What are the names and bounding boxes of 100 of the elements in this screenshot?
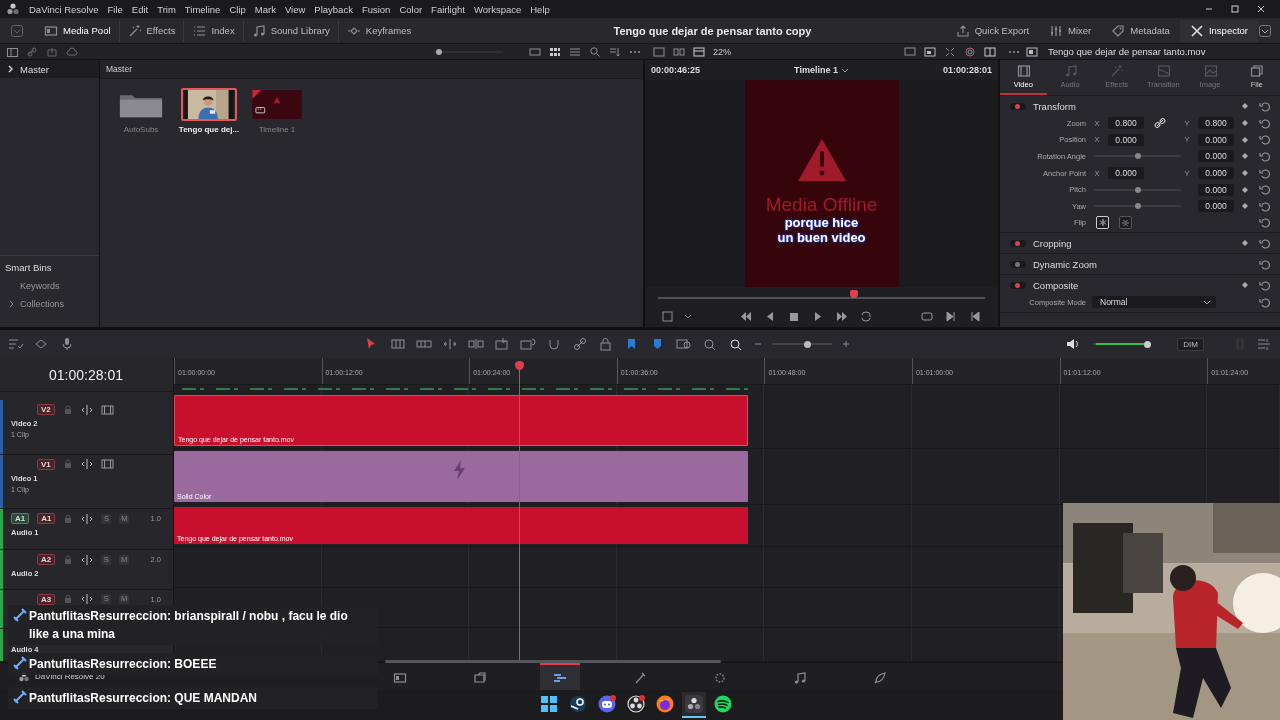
value-field[interactable]: 0.000 xyxy=(1108,133,1144,146)
menu-item[interactable]: Timeline xyxy=(184,3,221,15)
dual-viewer-icon[interactable] xyxy=(673,45,685,58)
zoom-full-icon[interactable] xyxy=(676,337,692,351)
reset-icon[interactable] xyxy=(1259,100,1270,112)
zoom-detail-icon[interactable] xyxy=(702,337,718,351)
keyframe-icon[interactable] xyxy=(1241,102,1249,110)
blade-icon[interactable] xyxy=(416,337,432,351)
lock-icon[interactable] xyxy=(598,337,614,351)
toolbar-button[interactable]: Effects xyxy=(118,19,184,42)
thumbnail-size-slider[interactable] xyxy=(433,48,503,55)
menu-item[interactable]: Workspace xyxy=(473,3,522,15)
toolbar-button[interactable]: Keyframes xyxy=(337,19,420,42)
menu-item[interactable]: Clip xyxy=(229,3,246,15)
reset-icon[interactable] xyxy=(1259,217,1270,229)
clip-thumbnail[interactable] xyxy=(181,88,237,121)
overwrite-icon[interactable] xyxy=(494,337,510,351)
menu-item[interactable]: Playback xyxy=(314,3,353,15)
menu-item[interactable]: Edit xyxy=(131,3,149,15)
slider-thumb[interactable] xyxy=(1134,203,1141,210)
menu-item[interactable]: Fairlight xyxy=(431,3,465,15)
close-icon[interactable] xyxy=(1256,4,1266,14)
volume-slider[interactable] xyxy=(1093,340,1150,348)
caret-icon[interactable] xyxy=(684,312,692,320)
menu-item[interactable]: Trim xyxy=(157,3,176,15)
track-badge[interactable]: A1 xyxy=(37,513,56,525)
auto-select-icon[interactable] xyxy=(81,512,94,525)
toolbar-button[interactable]: Media Pool xyxy=(36,19,119,42)
loop-icon[interactable] xyxy=(859,309,873,323)
timeline-dropdown[interactable]: Timeline 1 xyxy=(794,65,849,75)
safe-area-icon[interactable] xyxy=(661,309,674,323)
track-badge[interactable]: V1 xyxy=(37,458,55,470)
reset-icon[interactable] xyxy=(1259,167,1270,179)
reset-icon[interactable] xyxy=(1259,258,1270,270)
playhead-handle[interactable] xyxy=(850,290,859,298)
keyframe-icon[interactable] xyxy=(1241,239,1249,248)
value-field[interactable]: 0.000 xyxy=(1198,183,1234,196)
value-field[interactable]: 0.800 xyxy=(1108,117,1144,130)
replace-icon[interactable] xyxy=(520,337,536,351)
enable-toggle[interactable] xyxy=(1010,260,1026,268)
cloud-icon[interactable] xyxy=(66,45,78,58)
collapse-icon[interactable] xyxy=(1258,23,1272,38)
next-edit-icon[interactable] xyxy=(944,309,958,323)
value-field[interactable]: 0.000 xyxy=(1198,167,1234,180)
previous-edit-icon[interactable] xyxy=(968,309,982,323)
menu-item[interactable]: Mark xyxy=(254,3,276,15)
smart-bin-item[interactable]: Keywords xyxy=(0,277,99,295)
zoom-in-icon[interactable] xyxy=(842,340,850,348)
taskbar-icon[interactable] xyxy=(681,692,706,718)
slider-thumb[interactable] xyxy=(1144,340,1152,348)
toolbar-button[interactable]: Mixer xyxy=(1039,19,1102,42)
link-icon[interactable] xyxy=(572,337,588,351)
smart-bin-item[interactable]: Collections xyxy=(0,295,99,313)
display-icon[interactable] xyxy=(904,45,916,58)
value-field[interactable]: 0.000 xyxy=(1198,200,1234,213)
film-icon[interactable] xyxy=(100,458,114,471)
reset-icon[interactable] xyxy=(1259,117,1270,129)
color-wheel-icon[interactable] xyxy=(964,45,976,58)
strip-view-icon[interactable] xyxy=(529,45,541,58)
reset-icon[interactable] xyxy=(1259,200,1270,212)
go-to-start-icon[interactable] xyxy=(739,309,753,323)
slider-thumb[interactable] xyxy=(1134,186,1141,193)
auto-select-icon[interactable] xyxy=(80,403,93,416)
menu-item[interactable]: Fusion xyxy=(361,3,391,15)
maximize-icon[interactable] xyxy=(1230,4,1240,14)
source-patch[interactable]: A1 xyxy=(11,513,30,525)
zoom-custom-icon[interactable] xyxy=(728,337,744,351)
toolbar-button[interactable]: Quick Export xyxy=(945,19,1040,42)
menu-item[interactable]: File xyxy=(107,3,123,15)
reset-icon[interactable] xyxy=(1259,151,1270,162)
slider-thumb[interactable] xyxy=(435,48,442,55)
match-frame-icon[interactable] xyxy=(920,309,934,323)
trim-icon[interactable] xyxy=(390,337,406,351)
track-badge[interactable]: A2 xyxy=(37,554,56,566)
grid-view-icon[interactable] xyxy=(549,45,561,58)
toolbar-button[interactable]: Inspector xyxy=(1179,19,1258,42)
timeline-options-icon[interactable] xyxy=(8,337,24,351)
search-icon[interactable] xyxy=(589,45,601,58)
value-field[interactable]: 0.000 xyxy=(1108,167,1144,180)
mode-dropdown[interactable]: Normal xyxy=(1092,296,1216,309)
toolbar-button[interactable]: Metadata xyxy=(1101,19,1180,42)
link-icon[interactable] xyxy=(1154,117,1166,130)
go-to-end-icon[interactable] xyxy=(835,309,849,323)
insert-icon[interactable] xyxy=(468,337,484,351)
slider-thumb[interactable] xyxy=(1134,153,1141,160)
panel-toggle-icon[interactable] xyxy=(10,23,24,38)
reset-icon[interactable] xyxy=(1259,184,1270,196)
reset-icon[interactable] xyxy=(1259,279,1270,291)
enable-toggle[interactable] xyxy=(1010,239,1026,247)
toolbar-button[interactable]: Index xyxy=(183,19,243,42)
layout-icon[interactable] xyxy=(6,45,18,58)
split-view-icon[interactable] xyxy=(984,45,996,58)
overlay-icon[interactable] xyxy=(924,45,936,58)
film-icon[interactable] xyxy=(100,403,114,416)
dim-button[interactable]: DIM xyxy=(1177,337,1204,351)
keyframe-icon[interactable] xyxy=(1241,281,1249,290)
menu-item[interactable]: Color xyxy=(399,3,423,15)
value-field[interactable]: 0.800 xyxy=(1198,117,1234,130)
transform-icon[interactable] xyxy=(944,45,956,58)
zoom-dropdown[interactable]: 22% xyxy=(713,46,731,57)
